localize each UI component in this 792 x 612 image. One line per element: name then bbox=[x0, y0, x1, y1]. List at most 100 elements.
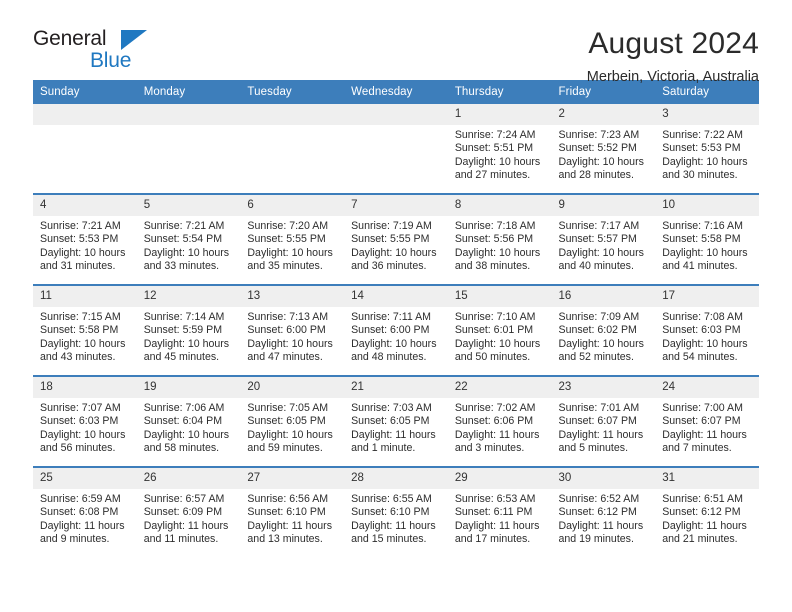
title-block: August 2024 Merbein, Victoria, Australia bbox=[587, 27, 759, 87]
day-number: 23 bbox=[551, 377, 656, 398]
sun-info: Sunrise: 7:08 AM Sunset: 6:03 PM Daylight:… bbox=[655, 307, 759, 365]
day-number: 7 bbox=[344, 195, 448, 216]
daylight-text-line2: and 40 minutes. bbox=[558, 260, 634, 273]
calendar-week-row: 1 Sunrise: 7:24 AM Sunset: 5:51 PM Daylight… bbox=[33, 104, 759, 194]
sun-info: Sunrise: 6:55 AM Sunset: 6:10 PM Daylight:… bbox=[344, 489, 448, 547]
sun-info: Sunrise: 6:57 AM Sunset: 6:09 PM Daylight:… bbox=[137, 489, 241, 547]
calendar-day-cell[interactable]: 14 Sunrise: 7:11 AM Sunset: 6:00 PM Dayligh… bbox=[344, 284, 448, 376]
calendar-day-cell[interactable]: 22 Sunrise: 7:02 AM Sunset: 6:06 PM Dayligh… bbox=[447, 375, 552, 467]
calendar-day-cell[interactable]: 10 Sunrise: 7:16 AM Sunset: 5:58 PM Dayligh… bbox=[655, 193, 759, 285]
calendar-day-cell[interactable]: 1 Sunrise: 7:24 AM Sunset: 5:51 PM Daylight… bbox=[447, 104, 552, 194]
calendar-day-cell[interactable]: 24 Sunrise: 7:00 AM Sunset: 6:07 PM Dayligh… bbox=[655, 375, 759, 467]
calendar-body: 1 Sunrise: 7:24 AM Sunset: 5:51 PM Daylight… bbox=[33, 104, 759, 557]
day-number: 30 bbox=[551, 468, 656, 489]
sunset-text: Sunset: 6:05 PM bbox=[247, 415, 326, 428]
calendar-day-cell[interactable]: 16 Sunrise: 7:09 AM Sunset: 6:02 PM Dayligh… bbox=[551, 284, 656, 376]
daylight-text-line1: Daylight: 11 hours bbox=[247, 519, 333, 532]
daylight-text-line1: Daylight: 11 hours bbox=[40, 519, 125, 532]
sun-info: Sunrise: 7:22 AM Sunset: 5:53 PM Daylight:… bbox=[655, 125, 759, 183]
daylight-text-line1: Daylight: 10 hours bbox=[351, 246, 437, 259]
calendar-day-cell[interactable]: 13 Sunrise: 7:13 AM Sunset: 6:00 PM Dayligh… bbox=[240, 284, 345, 376]
sun-info: Sunrise: 7:16 AM Sunset: 5:58 PM Daylight:… bbox=[655, 216, 759, 274]
calendar-day-cell[interactable]: 15 Sunrise: 7:10 AM Sunset: 6:01 PM Dayligh… bbox=[447, 284, 552, 376]
calendar-day-cell[interactable]: 7 Sunrise: 7:19 AM Sunset: 5:55 PM Daylight… bbox=[344, 193, 448, 285]
calendar-day-cell[interactable]: 28 Sunrise: 6:55 AM Sunset: 6:10 PM Dayligh… bbox=[344, 466, 448, 557]
sunrise-text: Sunrise: 7:23 AM bbox=[558, 129, 640, 141]
sun-info: Sunrise: 7:05 AM Sunset: 6:05 PM Daylight:… bbox=[240, 398, 344, 456]
sunrise-text: Sunrise: 7:03 AM bbox=[351, 402, 432, 414]
calendar-day-cell[interactable]: 30 Sunrise: 6:52 AM Sunset: 6:12 PM Dayligh… bbox=[551, 466, 656, 557]
day-number: 14 bbox=[344, 286, 448, 307]
day-number: 3 bbox=[655, 104, 759, 125]
weekday-header-wednesday: Wednesday bbox=[344, 80, 448, 104]
sun-info: Sunrise: 7:01 AM Sunset: 6:07 PM Daylight:… bbox=[552, 398, 656, 456]
sun-info: Sunrise: 7:18 AM Sunset: 5:56 PM Daylight:… bbox=[448, 216, 552, 274]
calendar-day-cell[interactable]: 4 Sunrise: 7:21 AM Sunset: 5:53 PM Daylight… bbox=[33, 193, 137, 285]
sunset-text: Sunset: 5:53 PM bbox=[40, 233, 119, 246]
sunset-text: Sunset: 6:03 PM bbox=[40, 415, 119, 428]
page-title: August 2024 bbox=[588, 27, 759, 60]
daylight-text-line2: and 43 minutes. bbox=[40, 351, 116, 364]
general-blue-logo[interactable]: General Blue bbox=[33, 27, 153, 75]
sunset-text: Sunset: 6:12 PM bbox=[662, 506, 741, 519]
weekday-header-tuesday: Tuesday bbox=[240, 80, 345, 104]
daylight-text-line2: and 15 minutes. bbox=[351, 533, 427, 546]
calendar-day-cell[interactable]: 17 Sunrise: 7:08 AM Sunset: 6:03 PM Dayligh… bbox=[655, 284, 759, 376]
calendar-day-cell[interactable]: 12 Sunrise: 7:14 AM Sunset: 5:59 PM Dayligh… bbox=[136, 284, 241, 376]
sunrise-text: Sunrise: 7:20 AM bbox=[247, 220, 329, 232]
daylight-text-line2: and 54 minutes. bbox=[662, 351, 738, 364]
calendar-day-cell[interactable]: 29 Sunrise: 6:53 AM Sunset: 6:11 PM Dayligh… bbox=[447, 466, 552, 557]
calendar-day-cell[interactable]: 3 Sunrise: 7:22 AM Sunset: 5:53 PM Daylight… bbox=[655, 104, 759, 194]
calendar-day-cell[interactable]: 5 Sunrise: 7:21 AM Sunset: 5:54 PM Daylight… bbox=[136, 193, 241, 285]
sunset-text: Sunset: 6:10 PM bbox=[247, 506, 326, 519]
sunrise-text: Sunrise: 6:57 AM bbox=[143, 493, 225, 505]
daylight-text-line1: Daylight: 10 hours bbox=[558, 155, 644, 168]
daylight-text-line2: and 50 minutes. bbox=[454, 351, 531, 364]
daylight-text-line2: and 58 minutes. bbox=[143, 442, 220, 455]
sunset-text: Sunset: 6:06 PM bbox=[454, 415, 534, 428]
calendar-day-cell-empty bbox=[136, 104, 241, 194]
calendar-day-cell[interactable]: 23 Sunrise: 7:01 AM Sunset: 6:07 PM Dayligh… bbox=[551, 375, 656, 467]
daylight-text-line2: and 11 minutes. bbox=[143, 533, 219, 546]
sunset-text: Sunset: 5:53 PM bbox=[662, 142, 741, 155]
day-number bbox=[33, 104, 137, 125]
sunrise-text: Sunrise: 7:15 AM bbox=[40, 311, 121, 323]
daylight-text-line2: and 17 minutes. bbox=[454, 533, 531, 546]
calendar-day-cell[interactable]: 31 Sunrise: 6:51 AM Sunset: 6:12 PM Dayligh… bbox=[655, 466, 759, 557]
calendar-day-cell[interactable]: 9 Sunrise: 7:17 AM Sunset: 5:57 PM Daylight… bbox=[551, 193, 656, 285]
sunrise-text: Sunrise: 6:53 AM bbox=[454, 493, 536, 505]
weekday-header-thursday: Thursday bbox=[447, 80, 552, 104]
sun-info: Sunrise: 7:11 AM Sunset: 6:00 PM Daylight:… bbox=[344, 307, 448, 365]
calendar-week-row: 4 Sunrise: 7:21 AM Sunset: 5:53 PM Daylight… bbox=[33, 193, 759, 285]
day-number: 13 bbox=[240, 286, 345, 307]
calendar-day-cell[interactable]: 11 Sunrise: 7:15 AM Sunset: 5:58 PM Dayligh… bbox=[33, 284, 137, 376]
day-number: 8 bbox=[447, 195, 552, 216]
day-number: 31 bbox=[655, 468, 759, 489]
calendar-day-cell[interactable]: 27 Sunrise: 6:56 AM Sunset: 6:10 PM Dayligh… bbox=[240, 466, 345, 557]
day-number: 20 bbox=[240, 377, 345, 398]
daylight-text-line1: Daylight: 11 hours bbox=[351, 519, 436, 532]
daylight-text-line2: and 45 minutes. bbox=[143, 351, 220, 364]
sunrise-text: Sunrise: 7:21 AM bbox=[40, 220, 121, 232]
calendar-day-cell[interactable]: 25 Sunrise: 6:59 AM Sunset: 6:08 PM Dayligh… bbox=[33, 466, 137, 557]
calendar-day-cell[interactable]: 6 Sunrise: 7:20 AM Sunset: 5:55 PM Daylight… bbox=[240, 193, 345, 285]
calendar-day-cell[interactable]: 20 Sunrise: 7:05 AM Sunset: 6:05 PM Dayligh… bbox=[240, 375, 345, 467]
calendar-grid: Sunday Monday Tuesday Wednesday Thursday… bbox=[33, 80, 759, 557]
calendar-day-cell[interactable]: 26 Sunrise: 6:57 AM Sunset: 6:09 PM Dayligh… bbox=[136, 466, 241, 557]
calendar-day-cell[interactable]: 21 Sunrise: 7:03 AM Sunset: 6:05 PM Dayligh… bbox=[344, 375, 448, 467]
day-number bbox=[344, 104, 448, 125]
daylight-text-line1: Daylight: 11 hours bbox=[662, 428, 747, 441]
day-number: 6 bbox=[240, 195, 345, 216]
calendar-day-cell[interactable]: 8 Sunrise: 7:18 AM Sunset: 5:56 PM Daylight… bbox=[447, 193, 552, 285]
sun-info: Sunrise: 7:21 AM Sunset: 5:53 PM Daylight:… bbox=[33, 216, 137, 274]
day-number: 5 bbox=[136, 195, 241, 216]
calendar-day-cell[interactable]: 2 Sunrise: 7:23 AM Sunset: 5:52 PM Daylight… bbox=[551, 104, 656, 194]
calendar-day-cell[interactable]: 18 Sunrise: 7:07 AM Sunset: 6:03 PM Dayligh… bbox=[33, 375, 137, 467]
calendar-week-row: 11 Sunrise: 7:15 AM Sunset: 5:58 PM Dayligh… bbox=[33, 284, 759, 376]
daylight-text-line1: Daylight: 10 hours bbox=[558, 246, 644, 259]
calendar-day-cell[interactable]: 19 Sunrise: 7:06 AM Sunset: 6:04 PM Dayligh… bbox=[136, 375, 241, 467]
sunset-text: Sunset: 6:01 PM bbox=[454, 324, 534, 337]
sunset-text: Sunset: 5:56 PM bbox=[454, 233, 534, 246]
day-number: 9 bbox=[551, 195, 656, 216]
daylight-text-line1: Daylight: 10 hours bbox=[351, 337, 437, 350]
